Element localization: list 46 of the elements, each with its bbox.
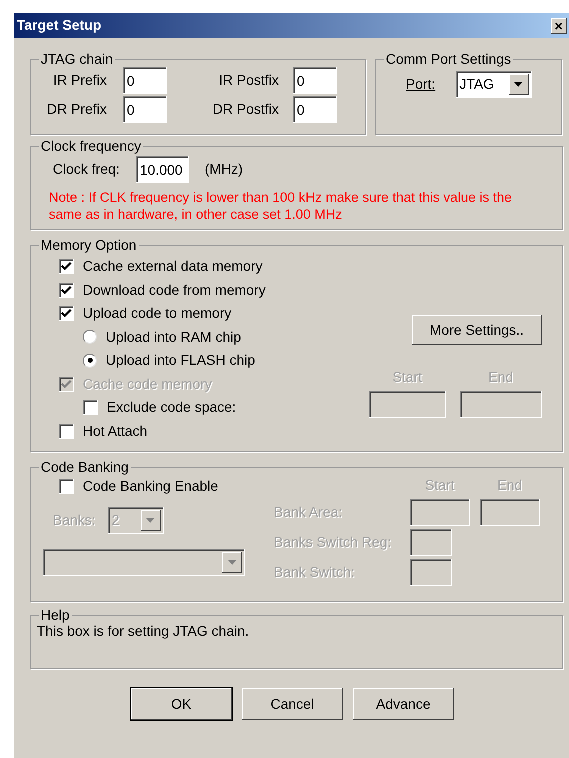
- radio-button[interactable]: [83, 354, 97, 368]
- field-label: IR Prefix: [52, 71, 108, 90]
- text-field[interactable]: 0: [293, 96, 337, 123]
- option-label: Upload into FLASH chip: [106, 351, 256, 370]
- text-field[interactable]: [410, 499, 470, 526]
- option-label: Code Banking Enable: [83, 477, 218, 496]
- group-title: JTAG chain: [40, 51, 114, 67]
- port-dropdown[interactable]: JTAG: [456, 71, 532, 98]
- field-label: IR Postfix: [218, 71, 280, 90]
- text-field[interactable]: 0: [123, 67, 167, 94]
- option-label: Exclude code space:: [107, 398, 236, 418]
- option-label: Upload into RAM chip: [106, 328, 242, 347]
- checkbox[interactable]: [59, 259, 74, 274]
- unit-label: (MHz): [205, 160, 244, 179]
- option-label: Upload code to memory: [83, 304, 232, 324]
- option-label: Download code from memory: [83, 280, 266, 300]
- bank-dropdown[interactable]: [43, 548, 245, 576]
- port-label: Port:: [406, 75, 436, 94]
- text-field[interactable]: 10.000: [136, 156, 189, 183]
- close-button[interactable]: ×: [551, 18, 567, 34]
- window-title: Target Setup: [17, 16, 102, 35]
- group-title: Memory Option: [40, 237, 138, 253]
- text-field[interactable]: [410, 559, 452, 586]
- checkbox[interactable]: [59, 424, 74, 439]
- text-field[interactable]: 0: [293, 67, 337, 94]
- group-title: Comm Port Settings: [385, 51, 512, 67]
- help-text: This box is for setting JTAG chain.: [36, 623, 250, 639]
- group-title: Help: [40, 607, 71, 623]
- radio-button[interactable]: [83, 330, 97, 344]
- text-field[interactable]: [410, 529, 452, 556]
- text-field[interactable]: [480, 499, 540, 526]
- field-label: DR Postfix: [212, 100, 280, 119]
- more-settings-button[interactable]: More Settings..: [412, 315, 542, 345]
- dialog-button[interactable]: Advance: [353, 688, 454, 720]
- group-title: Code Banking: [40, 459, 130, 475]
- field-label: Clock freq:: [53, 160, 121, 179]
- checkbox[interactable]: [59, 282, 74, 298]
- warning-note: Note : If CLK frequency is lower than 100 kHz make sure that this value is the same as in hardware, in other case set 1.00 MHz: [48, 189, 513, 223]
- dialog-button[interactable]: OK: [131, 688, 232, 720]
- text-field[interactable]: 0: [123, 96, 167, 123]
- field-label: DR Prefix: [46, 100, 108, 119]
- option-label: Cache external data memory: [83, 257, 263, 276]
- group-title: Clock frequency: [40, 138, 142, 154]
- dialog-button[interactable]: Cancel: [242, 688, 343, 720]
- checkbox[interactable]: [59, 306, 74, 322]
- option-label: Hot Attach: [83, 422, 148, 441]
